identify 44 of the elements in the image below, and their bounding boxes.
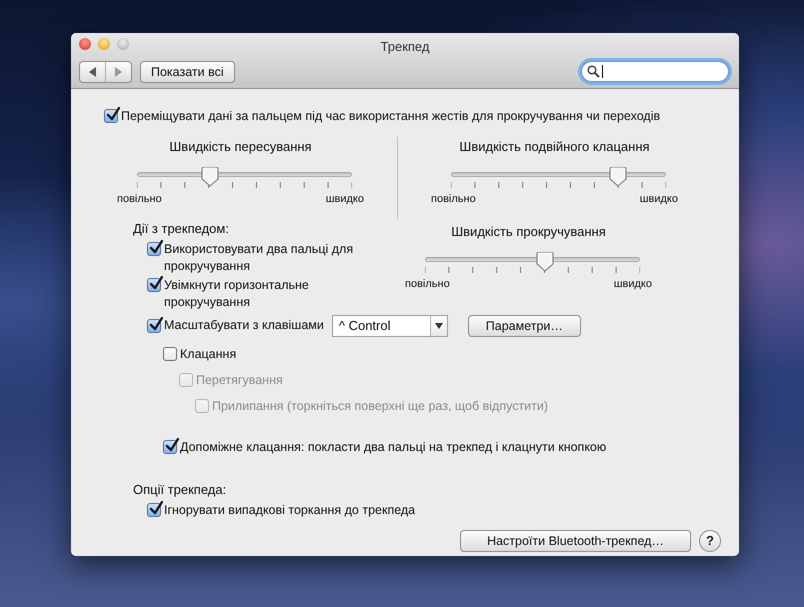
- slider-thumb[interactable]: [608, 166, 628, 186]
- checkbox-label: Клацання: [180, 346, 236, 362]
- slider-max-label: швидко: [640, 192, 678, 206]
- slider-min-label: повільно: [117, 192, 162, 206]
- checkbox[interactable]: [147, 242, 161, 256]
- popup-menu[interactable]: ^ Control: [332, 314, 448, 336]
- back-arrow-icon: [88, 66, 97, 76]
- popup-value: ^ Control: [338, 317, 392, 334]
- checkbox-label: Переміщувати дані за пальцем під час використання жестів для прокручування чи переходів: [121, 108, 660, 125]
- search-icon: [587, 65, 600, 78]
- close-button[interactable]: [79, 38, 91, 50]
- dropdown-arrow-icon: [434, 322, 443, 328]
- search-field[interactable]: [581, 61, 729, 82]
- slider-min-label: повільно: [405, 276, 450, 292]
- section-heading: Опції трекпеда:: [133, 480, 228, 499]
- section-heading: Дії з трекпедом:: [133, 220, 230, 238]
- checkbox-label: Перетягування: [196, 372, 283, 388]
- checkbox[interactable]: [147, 503, 161, 517]
- slider-max-label: швидко: [614, 276, 652, 292]
- checkbox-label: Ігнорувати випадкові торкання до трекпеда: [164, 502, 416, 519]
- checkbox-label: Допоміжне клацання: покласти два пальці на трекпед і клацнути кнопкою: [180, 438, 606, 456]
- slider-max-label: швидко: [326, 192, 364, 206]
- slider-title: Швидкість пересування: [168, 138, 313, 156]
- checkbox-label: Масштабувати з клавішами: [164, 317, 324, 334]
- checkbox[interactable]: [104, 109, 118, 123]
- checkbox[interactable]: [163, 440, 177, 454]
- show-all-button[interactable]: Показати всі: [140, 60, 235, 82]
- checkbox-label: Увімкнути горизонтальне прокручування: [164, 276, 310, 310]
- slider-thumb[interactable]: [535, 252, 556, 272]
- checkbox[interactable]: [163, 346, 177, 360]
- checkbox[interactable]: [147, 278, 161, 292]
- slider-min-label: повільно: [431, 192, 476, 206]
- bluetooth-setup-button[interactable]: Настроїти Bluetooth-трекпед…: [460, 530, 691, 552]
- back-forward-control[interactable]: [79, 60, 132, 82]
- options-button[interactable]: Параметри…: [468, 314, 581, 336]
- forward-arrow-icon: [114, 66, 123, 76]
- slider-title: Швидкість подвійного клацання: [458, 138, 651, 156]
- window-title: Трекпед: [380, 38, 430, 56]
- slider-thumb[interactable]: [200, 166, 220, 186]
- help-button[interactable]: ?: [699, 530, 721, 552]
- checkbox-label: Прилипання (торкніться поверхні ще раз, щоб відпустити): [212, 398, 548, 414]
- slider-title: Швидкість прокручування: [450, 223, 607, 241]
- checkbox-label: Використовувати два пальці для прокручування: [164, 240, 354, 274]
- checkbox[interactable]: [147, 319, 161, 333]
